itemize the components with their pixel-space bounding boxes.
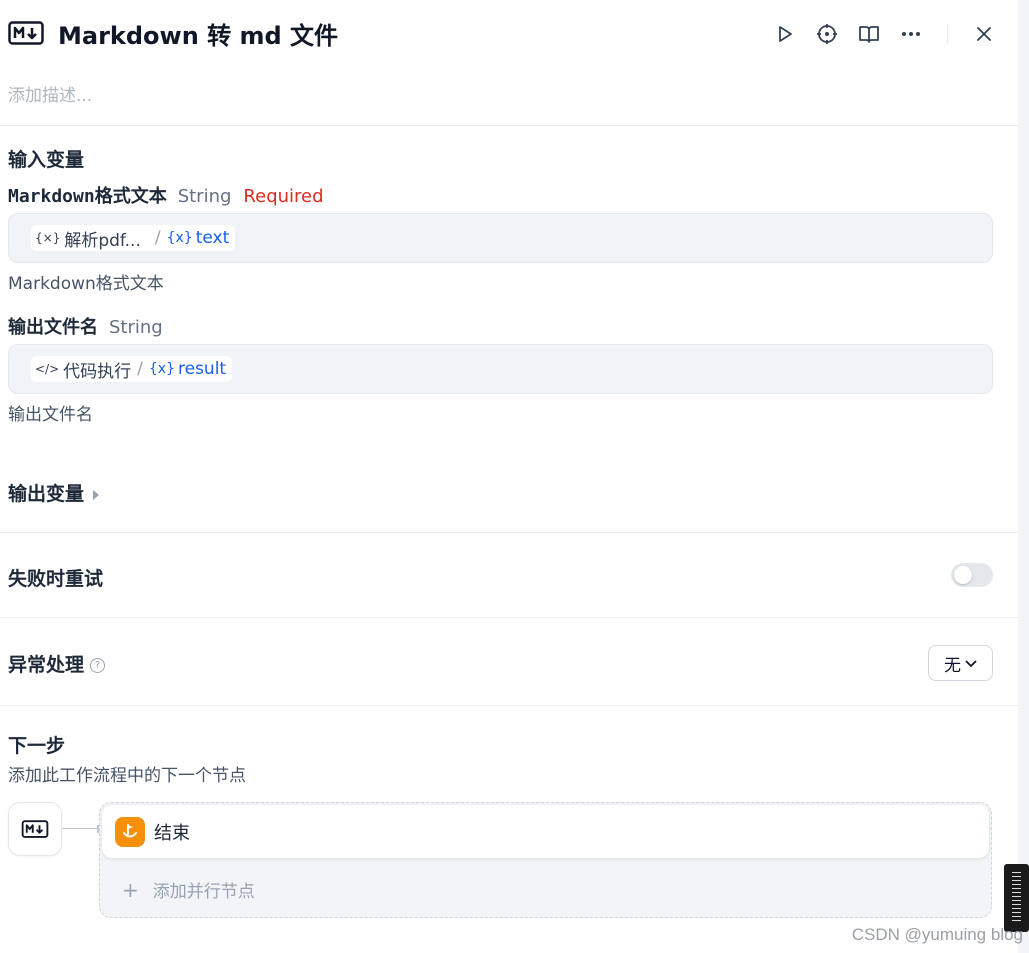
field-name: 输出文件名 [8, 317, 98, 338]
node-config-panel: Markdown 转 md 文件 添加描述... 输入变量 Markdown格式… [0, 0, 1018, 953]
source-variable-name: text [195, 228, 230, 248]
more-icon[interactable] [897, 20, 925, 48]
watermark: CSDN @yumuing blog [851, 925, 1023, 944]
variable-pill[interactable]: </> 代码执行 / {x} result [31, 356, 233, 382]
select-value: 无 [944, 655, 961, 676]
end-node-icon [115, 816, 145, 847]
output-variables-title: 输出变量 [8, 483, 85, 505]
field-description: Markdown格式文本 [8, 274, 164, 294]
retry-toggle[interactable] [951, 563, 993, 587]
plus-icon: + [122, 877, 139, 902]
divider [0, 125, 1018, 126]
next-node-label: 结束 [154, 822, 190, 844]
source-node-name: 解析pdf... [64, 230, 141, 251]
source-variable: {x} text [167, 228, 230, 248]
resize-handle[interactable] [1004, 864, 1029, 932]
panel-header: Markdown 转 md 文件 [8, 16, 1008, 50]
field-name: Markdown格式文本 [8, 186, 167, 207]
variable-icon: {x} [166, 230, 193, 246]
variable-selector-markdown[interactable]: {×} 解析pdf... / {x} text [8, 213, 993, 263]
field-type: String [109, 317, 163, 338]
path-separator: / [137, 359, 143, 379]
divider [0, 705, 1018, 706]
node-connector [62, 828, 100, 829]
output-variables-toggle[interactable]: 输出变量 [8, 479, 100, 506]
variable-icon: {x} [148, 361, 175, 377]
field-label-filename: 输出文件名 String [8, 313, 163, 339]
expand-arrow-icon [93, 489, 100, 500]
variable-selector-filename[interactable]: </> 代码执行 / {x} result [8, 344, 993, 394]
source-variable: {x} result [149, 359, 226, 379]
error-handling-title: 异常处理? [8, 650, 106, 677]
canvas-edge [1018, 0, 1029, 953]
code-icon: </> [35, 362, 60, 376]
field-label-markdown: Markdown格式文本 String Required [8, 182, 324, 208]
source-variable-name: result [178, 359, 227, 379]
required-badge: Required [243, 186, 324, 207]
next-node-end[interactable]: 结束 [102, 805, 989, 858]
crosshair-icon[interactable] [813, 20, 841, 48]
toggle-knob [954, 566, 972, 584]
input-variables-title: 输入变量 [8, 149, 85, 171]
book-icon[interactable] [855, 20, 883, 48]
play-icon[interactable] [771, 20, 799, 48]
next-step-title: 下一步 [8, 735, 66, 757]
divider [0, 532, 1018, 533]
add-parallel-node-button[interactable]: + 添加并行节点 [122, 877, 255, 903]
error-handling-select[interactable]: 无 [928, 645, 993, 681]
divider [0, 617, 1018, 618]
help-icon[interactable]: ? [90, 658, 106, 673]
toolbar-divider [947, 24, 948, 44]
header-toolbar [757, 20, 998, 48]
add-parallel-label: 添加并行节点 [152, 882, 255, 902]
chevron-down-icon [965, 653, 977, 673]
field-type: String [177, 186, 232, 207]
next-nodes-container: 结束 + 添加并行节点 [99, 802, 992, 918]
next-step-subtitle: 添加此工作流程中的下一个节点 [8, 766, 246, 786]
retry-title: 失败时重试 [8, 568, 104, 590]
field-description: 输出文件名 [8, 405, 93, 425]
grip-icon [1012, 872, 1021, 924]
variable-icon: {×} [35, 231, 61, 245]
description-input[interactable]: 添加描述... [8, 81, 92, 106]
markdown-icon [21, 820, 49, 838]
current-node-icon [8, 802, 62, 856]
source-node-name: 代码执行 [63, 361, 132, 382]
panel-title[interactable]: Markdown 转 md 文件 [58, 16, 338, 51]
error-handling-label: 异常处理 [8, 654, 85, 676]
variable-pill[interactable]: {×} 解析pdf... / {x} text [31, 225, 236, 251]
markdown-icon [8, 21, 44, 45]
close-icon[interactable] [970, 20, 998, 48]
path-separator: / [154, 228, 161, 248]
